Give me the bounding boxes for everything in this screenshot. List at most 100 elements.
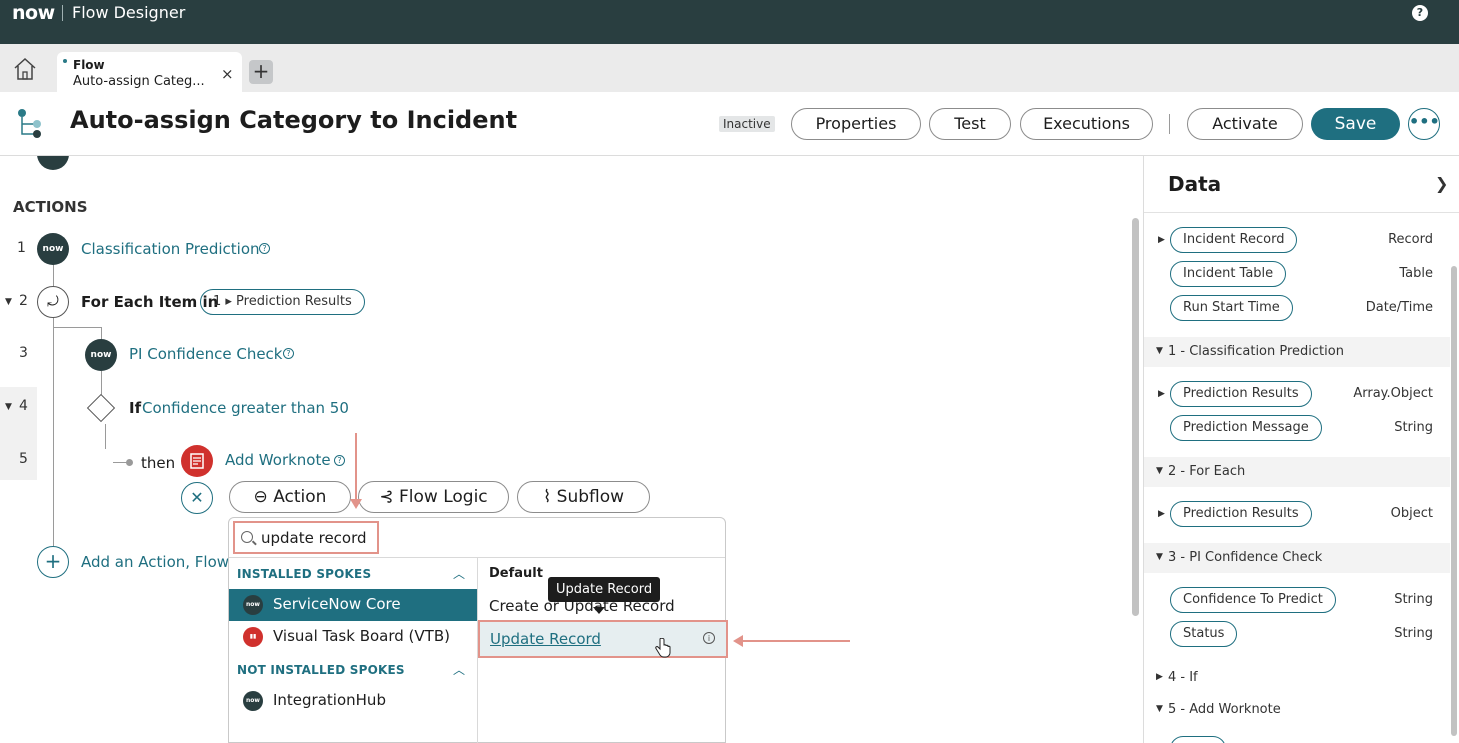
data-pill[interactable]: Incident Record [1170,227,1298,253]
logo-separator [62,5,63,21]
close-icon[interactable]: ✕ [181,482,213,514]
status-badge: Inactive [719,116,775,132]
data-panel-scrollbar[interactable] [1451,266,1457,736]
step-number: 5 [19,451,28,467]
data-group-label: 4 - If [1168,670,1198,685]
info-icon[interactable]: ? [334,455,345,466]
search-input[interactable]: update record [233,521,379,554]
canvas-scrollbar[interactable] [1132,218,1139,616]
if-condition-icon [86,393,116,423]
data-group-label: 5 - Add Worknote [1168,702,1281,717]
data-type: String [1394,420,1433,435]
save-button[interactable]: Save [1311,108,1400,140]
app-title: Flow Designer [72,3,186,22]
expand-caret-icon[interactable]: ▶ [1158,509,1165,519]
search-value: update record [261,529,367,547]
activate-button[interactable]: Activate [1187,108,1303,140]
loop-connector [53,327,101,328]
data-group-step-2[interactable]: ▼ 2 - For Each [1144,457,1450,487]
data-group-step-4[interactable]: ▶ 4 - If [1144,663,1450,693]
data-type: Object [1390,506,1433,521]
actions-heading: ACTIONS [13,198,88,216]
annotation-arrow-down [355,433,357,503]
spoke-visual-task-board[interactable]: ▮▮ Visual Task Board (VTB) [229,621,477,653]
data-type: Array.Object [1353,386,1433,401]
properties-button[interactable]: Properties [791,108,921,140]
flow-logic-type-button[interactable]: ⊰ Flow Logic [358,481,509,513]
close-tab-icon[interactable]: × [221,65,234,83]
step-number: 2 [19,293,28,309]
info-icon[interactable]: ? [283,348,294,359]
step-add-worknote[interactable]: Add Worknote [225,451,331,469]
servicenow-logo[interactable]: now [12,2,55,24]
data-group-step-3[interactable]: ▼ 3 - PI Confidence Check [1144,543,1450,573]
trigger-node-icon [37,156,69,170]
test-button[interactable]: Test [929,108,1011,140]
add-tab-button[interactable]: + [249,60,273,84]
tab-row: Flow Auto-assign Categ... × + [0,44,1459,92]
step-if-condition[interactable]: Confidence greater than 50 [142,399,349,417]
step-number: 3 [19,345,28,361]
data-pill[interactable]: Incident Table [1170,261,1287,287]
spoke-integrationhub[interactable]: now IntegrationHub [229,685,477,717]
data-group-label: 1 - Classification Prediction [1168,344,1344,359]
spoke-label: IntegrationHub [273,691,386,709]
if-keyword: If [129,399,142,417]
tab-flow[interactable]: Flow Auto-assign Categ... × [57,52,242,92]
data-pill[interactable]: Status [1170,621,1238,647]
data-panel-divider [1144,212,1459,213]
data-pill[interactable] [1170,736,1226,743]
installed-spokes-heading: INSTALLED SPOKES [237,567,372,581]
step-classification-prediction[interactable]: Classification Prediction [81,240,260,258]
chevron-right-icon[interactable]: ❯ [1435,174,1448,193]
chevron-up-icon[interactable]: ︿ [453,661,465,678]
data-pill[interactable]: Confidence To Predict [1170,587,1336,613]
info-icon[interactable]: i [703,632,715,644]
data-type: Date/Time [1365,300,1433,315]
default-heading: Default [489,566,543,581]
tab-kind: Flow [73,58,105,72]
now-step-icon: now [85,339,117,371]
data-pill[interactable]: Prediction Results [1170,501,1312,527]
help-icon[interactable]: ? [1412,5,1428,21]
spoke-label: ServiceNow Core [273,595,401,613]
action-type-button[interactable]: ⊖ Action [229,481,351,513]
data-group-step-1[interactable]: ▼ 1 - Classification Prediction [1144,337,1450,367]
add-action-link[interactable]: Add an Action, Flow L [81,553,242,571]
data-group-step-5[interactable]: ▼ 5 - Add Worknote [1144,695,1450,725]
expand-caret-icon[interactable]: ▶ [1158,235,1165,245]
step-for-each[interactable]: For Each Item in [81,293,218,311]
spoke-servicenow-core[interactable]: now ServiceNow Core [229,589,477,621]
now-icon: now [243,691,263,711]
update-record-item[interactable]: Update Record i [478,620,728,658]
chevron-up-icon[interactable]: ︿ [453,565,465,582]
step-number: 1 [17,240,26,256]
data-panel-title: Data [1168,172,1222,196]
step-number: 4 [19,398,28,414]
action-type-label: Action [273,487,327,507]
data-type: Record [1388,232,1433,247]
expand-caret-icon[interactable]: ▶ [1158,389,1165,399]
data-pill[interactable]: Prediction Message [1170,415,1322,441]
collapse-caret-icon[interactable]: ▼ [5,297,12,307]
data-pill[interactable]: Prediction Results [1170,381,1312,407]
vtb-icon: ▮▮ [243,627,263,647]
step-pi-confidence-check[interactable]: PI Confidence Check [129,345,283,363]
spoke-label: Visual Task Board (VTB) [273,627,450,645]
data-pill[interactable]: Run Start Time [1170,295,1293,321]
more-options-button[interactable]: ••• [1408,108,1440,140]
collapse-caret-icon[interactable]: ▼ [5,402,12,412]
flow-logic-type-label: Flow Logic [399,487,488,507]
action-picker-popup: update record INSTALLED SPOKES ︿ now Ser… [228,517,728,743]
now-icon: now [243,595,263,615]
data-group-label: 3 - PI Confidence Check [1168,550,1323,565]
executions-button[interactable]: Executions [1020,108,1153,140]
header-separator [1169,114,1170,134]
flow-header: Auto-assign Category to Incident Inactiv… [0,92,1459,156]
info-icon[interactable]: ? [259,243,270,254]
data-pill-prediction-results[interactable]: 1 ▸ Prediction Results [200,289,365,315]
page-title: Auto-assign Category to Incident [70,106,518,134]
add-step-icon[interactable]: + [37,546,69,578]
subflow-type-button[interactable]: ⌇ Subflow [517,481,650,513]
home-icon[interactable] [12,57,38,81]
